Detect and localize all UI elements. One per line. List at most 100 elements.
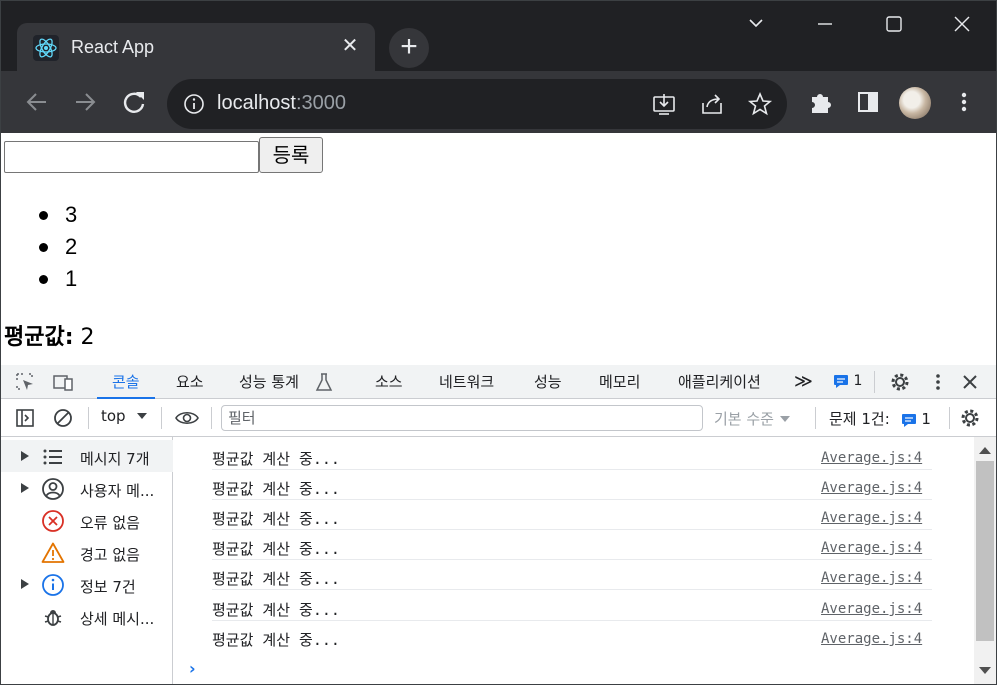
tab-network[interactable]: 네트워크 (439, 365, 494, 399)
share-icon[interactable] (699, 91, 725, 117)
scroll-thumb[interactable] (976, 461, 994, 641)
row-divider (212, 589, 932, 590)
number-list: 3 2 1 (39, 199, 77, 295)
install-app-icon[interactable] (651, 91, 677, 117)
expand-arrow-icon[interactable] (21, 451, 29, 461)
issues-count: 1 (921, 410, 931, 428)
sidebar-item-label: 상세 메시... (80, 610, 155, 628)
inspect-element-icon[interactable] (14, 371, 36, 393)
number-input[interactable] (4, 141, 259, 173)
menu-kebab-icon[interactable] (950, 88, 978, 116)
tab-performance[interactable]: 성능 (534, 365, 562, 399)
side-panel-icon[interactable] (854, 88, 882, 116)
message-count: 1 (853, 373, 863, 389)
divider (874, 371, 875, 393)
expand-arrow-icon[interactable] (21, 579, 29, 589)
tab-elements[interactable]: 요소 (176, 365, 204, 399)
devtools-panel: 콘솔 요소 성능 통계 소스 네트워크 성능 메모리 애플리케이션 ≫ 1 to… (1, 365, 996, 684)
list-item: 3 (39, 199, 77, 231)
console-settings-gear-icon[interactable] (959, 407, 981, 429)
log-message: 평균값 계산 중... (212, 480, 340, 498)
clear-console-icon[interactable] (52, 407, 74, 429)
dropdown-arrow-icon (779, 416, 790, 422)
live-expression-eye-icon[interactable] (174, 407, 200, 429)
list-item: 2 (39, 231, 77, 263)
devtools-tab-bar: 콘솔 요소 성능 통계 소스 네트워크 성능 메모리 애플리케이션 ≫ 1 (1, 365, 996, 399)
react-logo-icon (33, 35, 59, 61)
tab-close-icon[interactable]: ✕ (339, 35, 361, 57)
sidebar-item-user-messages[interactable]: 사용자 메... (1, 472, 173, 504)
forward-icon[interactable] (71, 88, 99, 116)
message-badge[interactable]: 1 (833, 373, 862, 393)
log-row: 평균값 계산 중... Average.js:4 (174, 530, 934, 560)
scroll-up-arrow-icon[interactable] (979, 447, 991, 454)
bug-icon (44, 610, 62, 626)
new-tab-button[interactable]: + (389, 28, 429, 68)
log-row: 평균값 계산 중... Average.js:4 (174, 470, 934, 500)
log-source-link[interactable]: Average.js:4 (821, 510, 922, 526)
log-message: 평균값 계산 중... (212, 450, 340, 468)
average-display: 평균값: 2 (4, 319, 95, 351)
scroll-down-arrow-icon[interactable] (979, 667, 991, 674)
log-message: 평균값 계산 중... (212, 540, 340, 558)
site-info-icon[interactable] (183, 93, 205, 115)
more-tabs-button[interactable]: ≫ (794, 365, 813, 399)
log-row: 평균값 계산 중... Average.js:4 (174, 560, 934, 590)
devtools-menu-icon[interactable] (927, 371, 949, 393)
back-icon[interactable] (23, 88, 51, 116)
minimize-icon[interactable] (807, 9, 843, 39)
tab-performance-insights[interactable]: 성능 통계 (239, 365, 299, 399)
tab-search-icon[interactable] (738, 9, 774, 39)
log-message: 평균값 계산 중... (212, 510, 340, 528)
sidebar-item-info[interactable]: 정보 7건 (1, 568, 173, 600)
divider (211, 407, 212, 429)
extensions-icon[interactable] (806, 88, 834, 116)
submit-button[interactable]: 등록 (259, 137, 323, 173)
maximize-icon[interactable] (876, 9, 912, 39)
sidebar-item-warnings[interactable]: 경고 없음 (1, 536, 173, 568)
sidebar-item-messages[interactable]: 메시지 7개 (1, 440, 173, 472)
filter-input[interactable]: 필터 (221, 405, 703, 431)
sidebar-item-errors[interactable]: 오류 없음 (1, 504, 173, 536)
console-scrollbar[interactable] (974, 437, 996, 684)
console-toolbar: top 필터 기본 수준 문제 1건: 1 (1, 399, 996, 437)
reload-icon[interactable] (120, 88, 148, 116)
browser-tab[interactable]: React App ✕ (17, 23, 375, 73)
tab-console[interactable]: 콘솔 (97, 365, 155, 399)
sidebar-toggle-icon[interactable] (14, 407, 36, 429)
sidebar-item-label: 오류 없음 (80, 514, 140, 532)
tab-memory[interactable]: 메모리 (599, 365, 640, 399)
url-port: :3000 (295, 92, 346, 114)
info-icon (42, 574, 64, 596)
url-text: localhost:3000 (217, 92, 346, 115)
log-row: 평균값 계산 중... Average.js:4 (174, 591, 934, 621)
console-prompt[interactable]: › (189, 659, 196, 678)
log-source-link[interactable]: Average.js:4 (821, 570, 922, 586)
sidebar-item-label: 경고 없음 (80, 546, 140, 564)
error-icon (42, 510, 64, 532)
issues-counter[interactable]: 문제 1건: 1 (829, 408, 931, 429)
tab-application[interactable]: 애플리케이션 (678, 365, 761, 399)
log-source-link[interactable]: Average.js:4 (821, 480, 922, 496)
sidebar-item-verbose[interactable]: 상세 메시... (1, 600, 173, 632)
log-source-link[interactable]: Average.js:4 (821, 540, 922, 556)
settings-gear-icon[interactable] (889, 371, 911, 393)
sidebar-item-label: 정보 7건 (80, 578, 136, 596)
address-bar[interactable]: localhost:3000 (167, 79, 787, 129)
list-item: 1 (39, 263, 77, 295)
log-message: 평균값 계산 중... (212, 631, 340, 649)
close-devtools-icon[interactable] (959, 371, 981, 393)
log-source-link[interactable]: Average.js:4 (821, 601, 922, 617)
divider (815, 407, 816, 429)
log-source-link[interactable]: Average.js:4 (821, 450, 922, 466)
log-levels-select[interactable]: 기본 수준 (714, 408, 791, 429)
tab-sources[interactable]: 소스 (375, 365, 403, 399)
device-toolbar-icon[interactable] (52, 371, 74, 393)
log-source-link[interactable]: Average.js:4 (821, 631, 922, 647)
context-select[interactable]: top (101, 407, 148, 425)
bookmark-star-icon[interactable] (747, 91, 773, 117)
expand-arrow-icon[interactable] (21, 483, 29, 493)
warning-icon (41, 542, 65, 563)
profile-avatar[interactable] (899, 87, 931, 119)
close-window-icon[interactable] (944, 9, 980, 39)
